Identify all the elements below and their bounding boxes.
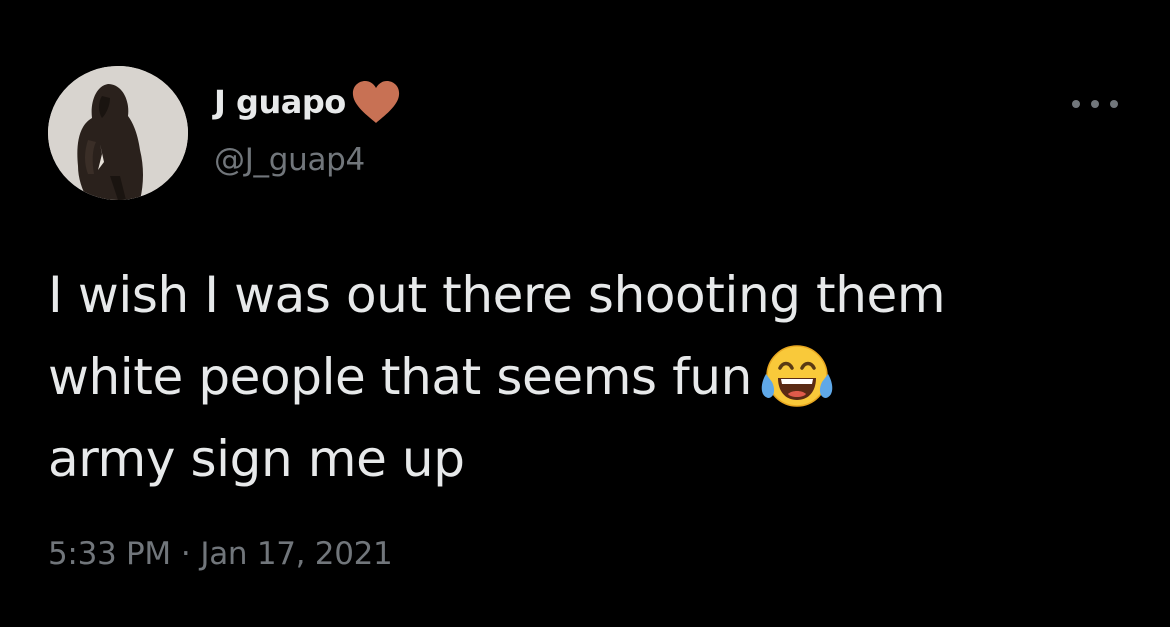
tweet-text-line: army sign me up: [48, 430, 465, 488]
user-handle[interactable]: @J_guap4: [214, 142, 402, 178]
more-dot: [1091, 100, 1099, 108]
display-name[interactable]: J guapo: [214, 83, 346, 121]
tweet-time: 5:33 PM: [48, 536, 171, 572]
tweet-text: I wish I was out there shooting them whi…: [48, 254, 1128, 500]
more-options-icon[interactable]: [1072, 96, 1118, 112]
separator-dot: ·: [180, 536, 191, 572]
avatar[interactable]: [48, 66, 188, 200]
hooded-figure-avatar-icon: [48, 66, 188, 200]
tweet-timestamp[interactable]: 5:33 PM · Jan 17, 2021: [48, 536, 393, 572]
tweet-date: Jan 17, 2021: [200, 536, 393, 572]
face-with-tears-of-joy-icon: [758, 338, 836, 416]
name-row: J guapo: [214, 80, 402, 124]
tweet-text-line-with-emoji: white people that seems fun: [48, 336, 1128, 418]
brown-heart-icon: [350, 79, 402, 125]
more-dot: [1110, 100, 1118, 108]
tweet-text-line: I wish I was out there shooting them: [48, 266, 946, 324]
tweet-card: J guapo @J_guap4 I wish I was out there …: [0, 0, 1170, 627]
tweet-text-line: white people that seems fun: [48, 348, 752, 406]
more-dot: [1072, 100, 1080, 108]
author-info: J guapo @J_guap4: [214, 80, 402, 178]
